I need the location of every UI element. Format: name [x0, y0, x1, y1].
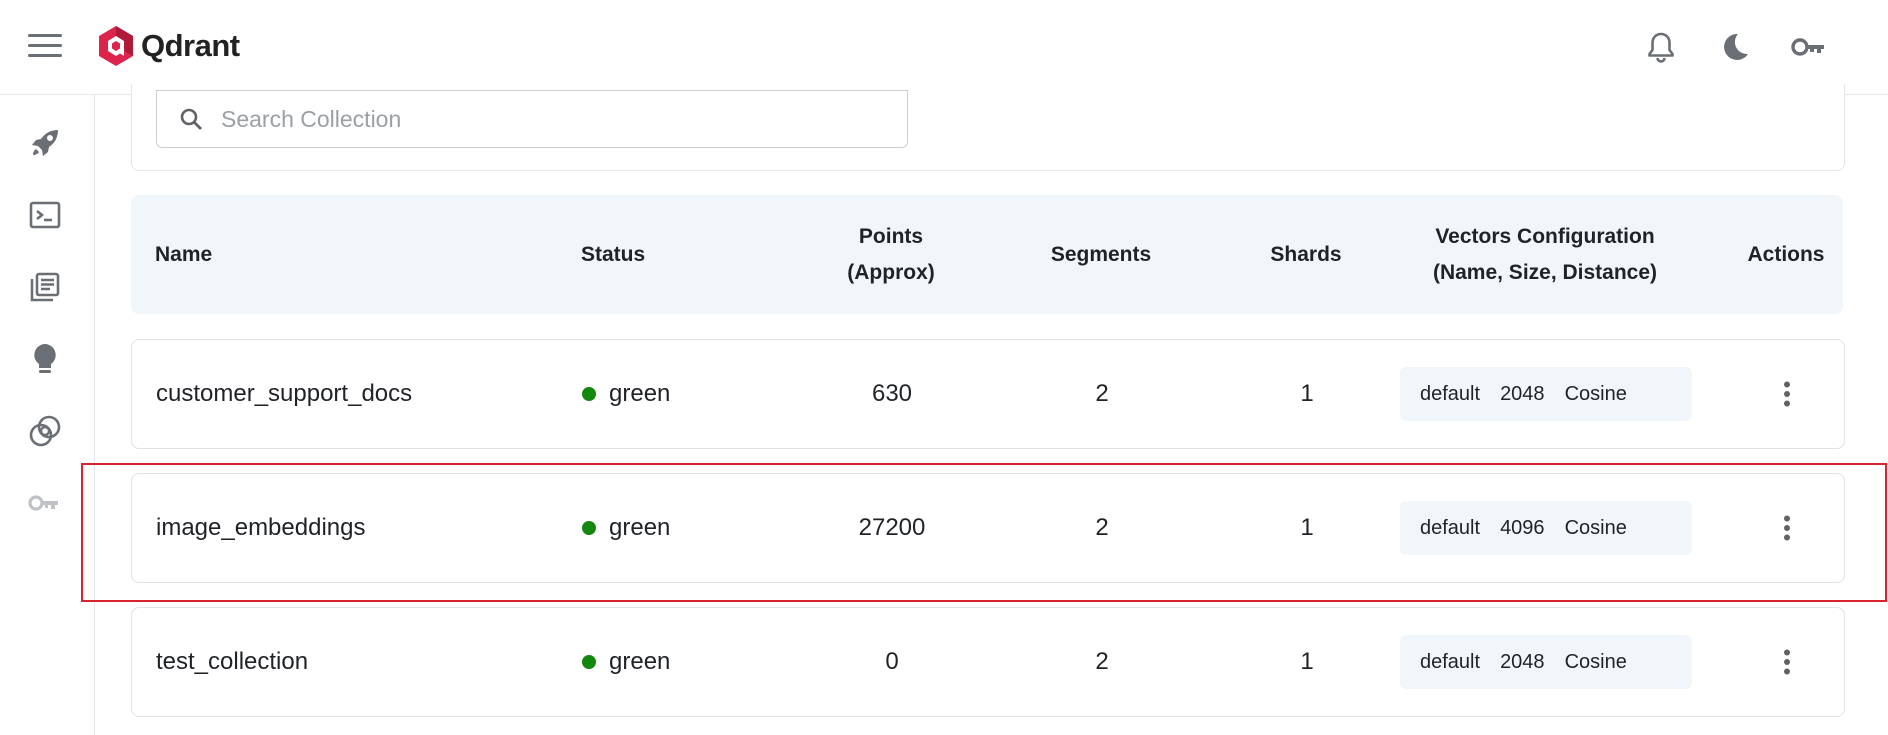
- key-icon[interactable]: [1790, 28, 1828, 66]
- status-dot-icon: [582, 655, 596, 669]
- status-text: green: [609, 648, 671, 675]
- vector-name: default: [1420, 516, 1481, 539]
- status-cell: green: [582, 340, 670, 448]
- vector-distance: Cosine: [1564, 516, 1627, 539]
- vector-name: default: [1420, 650, 1481, 673]
- column-header-name[interactable]: Name: [155, 195, 212, 314]
- table-header: Name Status Points (Approx) Segments Sha…: [131, 195, 1843, 314]
- points-value: 27200: [858, 514, 926, 541]
- column-header-segments[interactable]: Segments: [1016, 195, 1186, 314]
- search-icon: [179, 106, 205, 132]
- status-text: green: [609, 514, 671, 541]
- segments-value: 2: [1095, 380, 1109, 407]
- brand[interactable]: Qdrant: [97, 24, 240, 68]
- table-row[interactable]: customer_support_docs green 630 2 1 defa…: [131, 339, 1845, 449]
- points-value: 630: [871, 380, 913, 407]
- vector-size: 2048: [1500, 382, 1545, 405]
- top-bar: Qdrant: [0, 0, 1888, 95]
- rocket-icon: [32, 130, 58, 156]
- status-dot-icon: [582, 521, 596, 535]
- column-header-actions: Actions: [1747, 242, 1825, 266]
- more-actions-icon[interactable]: [1772, 378, 1802, 410]
- lightbulb-icon: [34, 344, 56, 373]
- collection-name[interactable]: image_embeddings: [156, 474, 365, 582]
- sidebar: [0, 95, 95, 735]
- bell-icon[interactable]: [1642, 28, 1680, 66]
- search-card: [131, 84, 1845, 171]
- status-cell: green: [582, 608, 670, 716]
- vector-size: 2048: [1500, 650, 1545, 673]
- terminal-icon: [29, 201, 61, 229]
- points-sublabel: (Approx): [847, 260, 935, 284]
- brand-name: Qdrant: [141, 28, 240, 63]
- column-header-points[interactable]: Points (Approx): [791, 195, 991, 314]
- vector-config-chip: default 4096 Cosine: [1400, 501, 1692, 555]
- vector-distance: Cosine: [1564, 382, 1627, 405]
- points-value: 0: [885, 648, 899, 675]
- segments-value: 2: [1095, 648, 1109, 675]
- qdrant-logo-icon: [99, 26, 133, 66]
- collection-name[interactable]: customer_support_docs: [156, 340, 412, 448]
- rings-icon: [29, 415, 61, 447]
- shards-value: 1: [1300, 380, 1314, 407]
- sidebar-item-datasets[interactable]: [27, 413, 63, 449]
- more-actions-icon[interactable]: [1772, 512, 1802, 544]
- vectors-sublabel: (Name, Size, Distance): [1432, 260, 1658, 284]
- vectors-label: Vectors Configuration: [1435, 224, 1655, 248]
- vector-size: 4096: [1500, 516, 1545, 539]
- vector-config-chip: default 2048 Cosine: [1400, 367, 1692, 421]
- moon-icon[interactable]: [1716, 28, 1754, 66]
- sidebar-item-access[interactable]: [27, 485, 63, 521]
- status-dot-icon: [582, 387, 596, 401]
- vector-distance: Cosine: [1564, 650, 1627, 673]
- more-actions-icon[interactable]: [1772, 646, 1802, 678]
- column-header-shards[interactable]: Shards: [1221, 195, 1391, 314]
- collection-name[interactable]: test_collection: [156, 608, 308, 716]
- column-header-status[interactable]: Status: [581, 195, 645, 314]
- table-row[interactable]: image_embeddings green 27200 2 1 default…: [131, 473, 1845, 583]
- sidebar-item-collections[interactable]: [27, 269, 63, 305]
- shards-value: 1: [1300, 514, 1314, 541]
- search-input[interactable]: [219, 104, 883, 134]
- status-text: green: [609, 380, 671, 407]
- column-header-vectors[interactable]: Vectors Configuration (Name, Size, Dista…: [1399, 195, 1691, 314]
- key-icon: [28, 495, 58, 511]
- sidebar-item-welcome[interactable]: [27, 125, 63, 161]
- library-icon: [30, 272, 60, 302]
- table-row[interactable]: test_collection green 0 2 1 default 2048…: [131, 607, 1845, 717]
- status-cell: green: [582, 474, 670, 582]
- menu-icon[interactable]: [28, 34, 62, 60]
- segments-value: 2: [1095, 514, 1109, 541]
- sidebar-item-console[interactable]: [27, 197, 63, 233]
- sidebar-item-tutorial[interactable]: [27, 341, 63, 377]
- shards-value: 1: [1300, 648, 1314, 675]
- search-field[interactable]: [156, 90, 908, 148]
- vector-name: default: [1420, 382, 1481, 405]
- points-label: Points: [858, 224, 924, 248]
- vector-config-chip: default 2048 Cosine: [1400, 635, 1692, 689]
